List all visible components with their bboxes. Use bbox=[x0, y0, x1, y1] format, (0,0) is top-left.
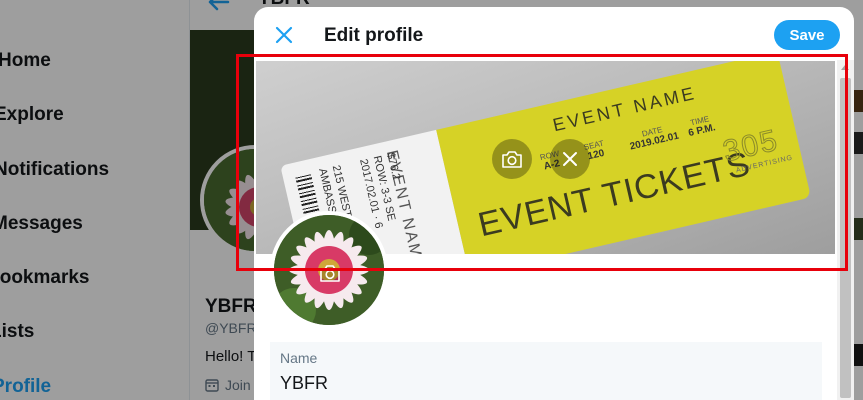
edit-profile-modal: Edit profile Save AMBASSADOR THEATRE 215… bbox=[254, 7, 854, 400]
scrollbar-thumb[interactable] bbox=[840, 78, 851, 398]
change-avatar-button[interactable] bbox=[317, 261, 343, 285]
scroll-up-arrow-icon[interactable] bbox=[841, 65, 849, 70]
close-icon bbox=[563, 152, 577, 166]
close-icon bbox=[275, 26, 293, 44]
modal-header: Edit profile Save bbox=[254, 7, 854, 60]
camera-plus-icon bbox=[502, 151, 522, 168]
remove-photo-button[interactable] bbox=[550, 139, 590, 179]
modal-title: Edit profile bbox=[324, 25, 424, 46]
camera-icon bbox=[320, 265, 340, 282]
modal-scroll-area[interactable]: AMBASSADOR THEATRE 215 WEST 49TH STREET,… bbox=[254, 60, 854, 400]
name-input[interactable] bbox=[280, 373, 810, 394]
save-button[interactable]: Save bbox=[774, 20, 840, 50]
modal-scrollbar[interactable] bbox=[837, 60, 854, 400]
name-field[interactable]: Name bbox=[270, 342, 822, 400]
ticket-time: TIME 6 P.M. bbox=[687, 114, 717, 140]
name-field-label: Name bbox=[280, 350, 318, 366]
ticket-date: DATE 2019.02.01 bbox=[628, 125, 681, 153]
add-photo-button[interactable] bbox=[492, 139, 532, 179]
close-button[interactable] bbox=[270, 21, 298, 49]
